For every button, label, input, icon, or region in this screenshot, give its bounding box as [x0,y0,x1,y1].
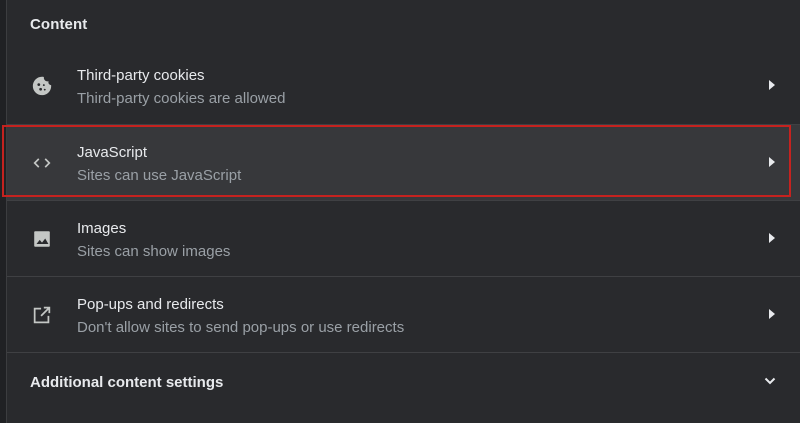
content-settings-panel: Content Third-party cookies Third-party … [6,0,800,423]
row-subtitle: Sites can use JavaScript [77,167,242,184]
chevron-right-icon [769,309,775,319]
chevron-right-icon [769,80,775,90]
section-title: Content [30,16,88,33]
row-popups-redirects[interactable]: Pop-ups and redirects Don't allow sites … [7,276,800,352]
image-icon [31,228,53,250]
code-icon [31,152,53,174]
row-subtitle: Don't allow sites to send pop-ups or use… [77,319,405,336]
chevron-down-icon [763,374,777,388]
additional-content-settings[interactable]: Additional content settings [7,352,800,412]
row-title: Pop-ups and redirects [77,296,224,313]
chevron-right-icon [769,233,775,243]
row-subtitle: Sites can show images [77,243,231,260]
additional-content-settings-label: Additional content settings [30,374,224,391]
cookie-icon [31,75,53,97]
row-title: Third-party cookies [77,67,205,84]
row-title: JavaScript [77,144,148,161]
row-images[interactable]: Images Sites can show images [7,200,800,276]
row-third-party-cookies[interactable]: Third-party cookies Third-party cookies … [7,48,800,124]
row-javascript[interactable]: JavaScript Sites can use JavaScript [7,124,800,200]
row-title: Images [77,220,127,237]
row-subtitle: Third-party cookies are allowed [77,90,286,107]
open-in-new-icon [31,304,53,326]
chevron-right-icon [769,157,775,167]
